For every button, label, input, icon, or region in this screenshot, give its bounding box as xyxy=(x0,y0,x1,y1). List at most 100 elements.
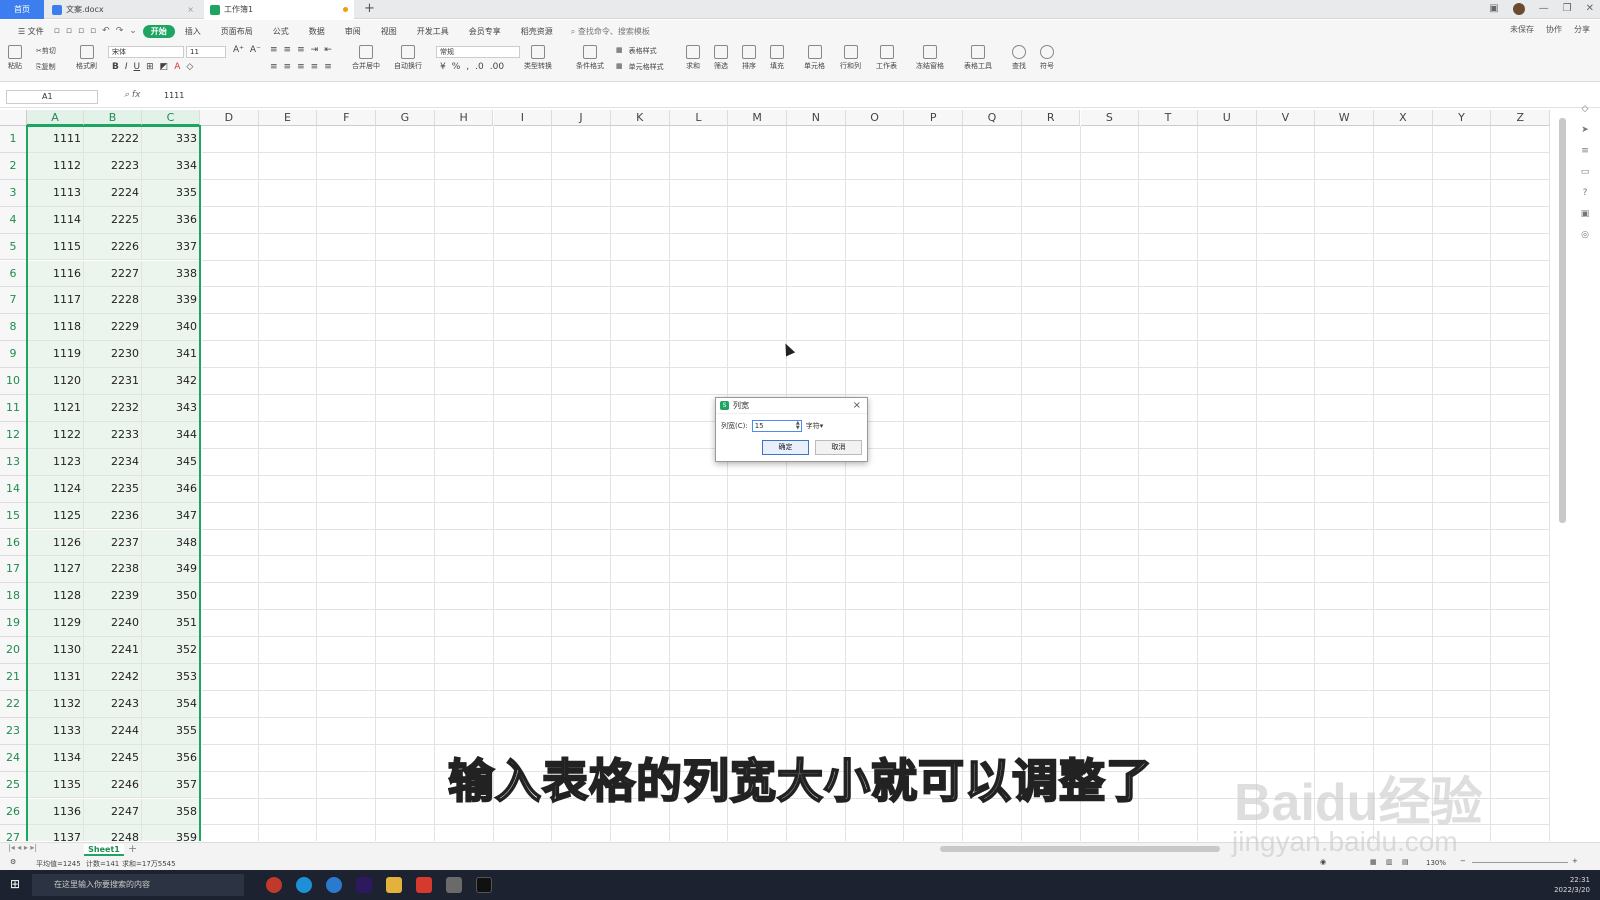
cell[interactable]: 2236 xyxy=(84,502,142,530)
align-right-icon[interactable]: ≡ xyxy=(297,62,305,72)
cell[interactable]: 1130 xyxy=(27,637,84,664)
column-header-H[interactable]: H xyxy=(434,110,494,126)
cell[interactable]: 355 xyxy=(142,717,200,745)
column-header-Q[interactable]: Q xyxy=(963,110,1022,126)
cell[interactable]: 349 xyxy=(142,556,200,584)
cell[interactable]: 2237 xyxy=(84,529,142,557)
avatar[interactable] xyxy=(1512,3,1525,15)
cell[interactable]: 1111 xyxy=(27,126,84,153)
menu-insert[interactable]: 插入 xyxy=(175,26,211,37)
taskbar-search[interactable]: 在这里输入你要搜索的内容 xyxy=(32,874,244,896)
maximize-icon[interactable]: ❐ xyxy=(1563,3,1572,15)
cell[interactable]: 2225 xyxy=(84,206,142,234)
spinner-icon[interactable]: ▲ ▼ xyxy=(796,421,800,431)
row-header[interactable]: 3 xyxy=(0,179,27,207)
row-header[interactable]: 16 xyxy=(0,529,27,557)
align-middle-icon[interactable]: ≡ xyxy=(284,45,292,55)
italic-icon[interactable]: I xyxy=(125,62,128,72)
print-icon[interactable]: ▫ xyxy=(78,26,84,36)
column-header-J[interactable]: J xyxy=(552,110,611,126)
cell[interactable]: 2235 xyxy=(84,475,142,503)
cell[interactable]: 2224 xyxy=(84,179,142,207)
border-icon[interactable]: ⊞ xyxy=(146,62,154,72)
font-size-select[interactable]: 11 xyxy=(186,46,226,58)
sidebar-settings-icon[interactable]: ≡ xyxy=(1581,146,1589,156)
cell[interactable]: 2228 xyxy=(84,287,142,315)
row-header[interactable]: 20 xyxy=(0,637,27,664)
spreadsheet-grid[interactable]: A B C D E F G H I J K L M N O P Q R S T U V W X Y Z 1 1111 2222 333 2 1… xyxy=(0,110,1568,841)
cell[interactable]: 348 xyxy=(142,529,200,557)
column-header-B[interactable]: B xyxy=(84,110,142,126)
cell[interactable]: 2248 xyxy=(84,825,142,841)
cell[interactable]: 2223 xyxy=(84,152,142,180)
column-header-P[interactable]: P xyxy=(904,110,964,126)
find-button[interactable]: 查找 xyxy=(1012,45,1026,71)
sort-button[interactable]: 排序 xyxy=(742,45,756,71)
export-icon[interactable]: ▫ xyxy=(66,26,72,36)
cell[interactable]: 1128 xyxy=(27,583,84,611)
sum-button[interactable]: 求和 xyxy=(686,45,700,71)
cell[interactable]: 1118 xyxy=(27,314,84,342)
cell[interactable]: 2230 xyxy=(84,341,142,369)
tab-doc[interactable]: 文案.docx × xyxy=(46,0,200,19)
row-header[interactable]: 24 xyxy=(0,744,27,772)
zoom-out-icon[interactable]: − xyxy=(1460,857,1466,865)
cell[interactable]: 1112 xyxy=(27,152,84,180)
cell[interactable]: 2241 xyxy=(84,637,142,664)
vertical-scrollbar[interactable] xyxy=(1559,118,1566,523)
dialog-close-icon[interactable]: × xyxy=(853,400,861,411)
cell[interactable]: 2239 xyxy=(84,583,142,611)
align-top-icon[interactable]: ≡ xyxy=(270,45,278,55)
cell[interactable]: 359 xyxy=(142,825,200,841)
column-header-V[interactable]: V xyxy=(1256,110,1316,126)
cell[interactable]: 1117 xyxy=(27,287,84,315)
column-header-W[interactable]: W xyxy=(1315,110,1374,126)
clear-format-icon[interactable]: ◇ xyxy=(186,62,193,72)
column-header-Z[interactable]: Z xyxy=(1491,110,1551,126)
zoom-level[interactable]: 130% xyxy=(1426,859,1446,867)
row-header[interactable]: 14 xyxy=(0,475,27,503)
cond-format-button[interactable]: 条件格式 xyxy=(576,45,604,71)
number-format-select[interactable]: 常规 xyxy=(436,46,520,58)
column-header-N[interactable]: N xyxy=(787,110,846,126)
row-header[interactable]: 4 xyxy=(0,206,27,234)
align-bottom-icon[interactable]: ≡ xyxy=(297,45,305,55)
sheet-nav-icons[interactable]: |◂ ◂ ▸ ▸| xyxy=(8,843,37,852)
column-header-L[interactable]: L xyxy=(669,110,729,126)
increase-decimal-icon[interactable]: .0 xyxy=(475,62,484,72)
thousands-icon[interactable]: , xyxy=(466,62,469,72)
distribute-icon[interactable]: ≡ xyxy=(324,62,332,72)
preview-icon[interactable]: ▫ xyxy=(90,26,96,36)
filter-button[interactable]: 筛选 xyxy=(714,45,728,71)
eye-icon[interactable]: ◉ xyxy=(1320,858,1326,866)
select-all-corner[interactable] xyxy=(0,110,27,126)
paste-button[interactable]: 粘贴 xyxy=(8,45,22,71)
cell[interactable]: 2229 xyxy=(84,314,142,342)
increase-font-icon[interactable]: A⁺ xyxy=(233,45,244,55)
sidebar-help-icon[interactable]: ? xyxy=(1583,188,1588,198)
explorer-icon[interactable] xyxy=(386,877,402,893)
menu-member[interactable]: 会员专享 xyxy=(459,26,511,37)
column-header-I[interactable]: I xyxy=(493,110,553,126)
row-header[interactable]: 1 xyxy=(0,126,27,153)
cell[interactable]: 1133 xyxy=(27,717,84,745)
row-header[interactable]: 17 xyxy=(0,556,27,584)
menu-docer[interactable]: 稻壳资源 xyxy=(511,26,563,37)
cell[interactable]: 1116 xyxy=(27,260,84,288)
column-header-G[interactable]: G xyxy=(376,110,435,126)
cell[interactable]: 337 xyxy=(142,233,200,261)
menu-formula[interactable]: 公式 xyxy=(263,26,299,37)
menu-file[interactable]: ☰ 文件 xyxy=(8,26,54,37)
cell[interactable]: 2233 xyxy=(84,421,142,449)
cell[interactable]: 1137 xyxy=(27,825,84,841)
cell[interactable]: 1134 xyxy=(27,744,84,772)
sidebar-tag-icon[interactable]: ◇ xyxy=(1582,104,1589,114)
row-header[interactable]: 23 xyxy=(0,717,27,745)
row-header[interactable]: 13 xyxy=(0,448,27,476)
freeze-button[interactable]: 冻结窗格 xyxy=(916,45,944,71)
cell[interactable]: 1129 xyxy=(27,610,84,638)
cell[interactable]: 2232 xyxy=(84,395,142,422)
fx-icon[interactable]: ⌕ fx xyxy=(124,90,140,100)
table-tools-button[interactable]: 表格工具 xyxy=(964,45,992,71)
close-window-icon[interactable]: ✕ xyxy=(1586,3,1594,15)
